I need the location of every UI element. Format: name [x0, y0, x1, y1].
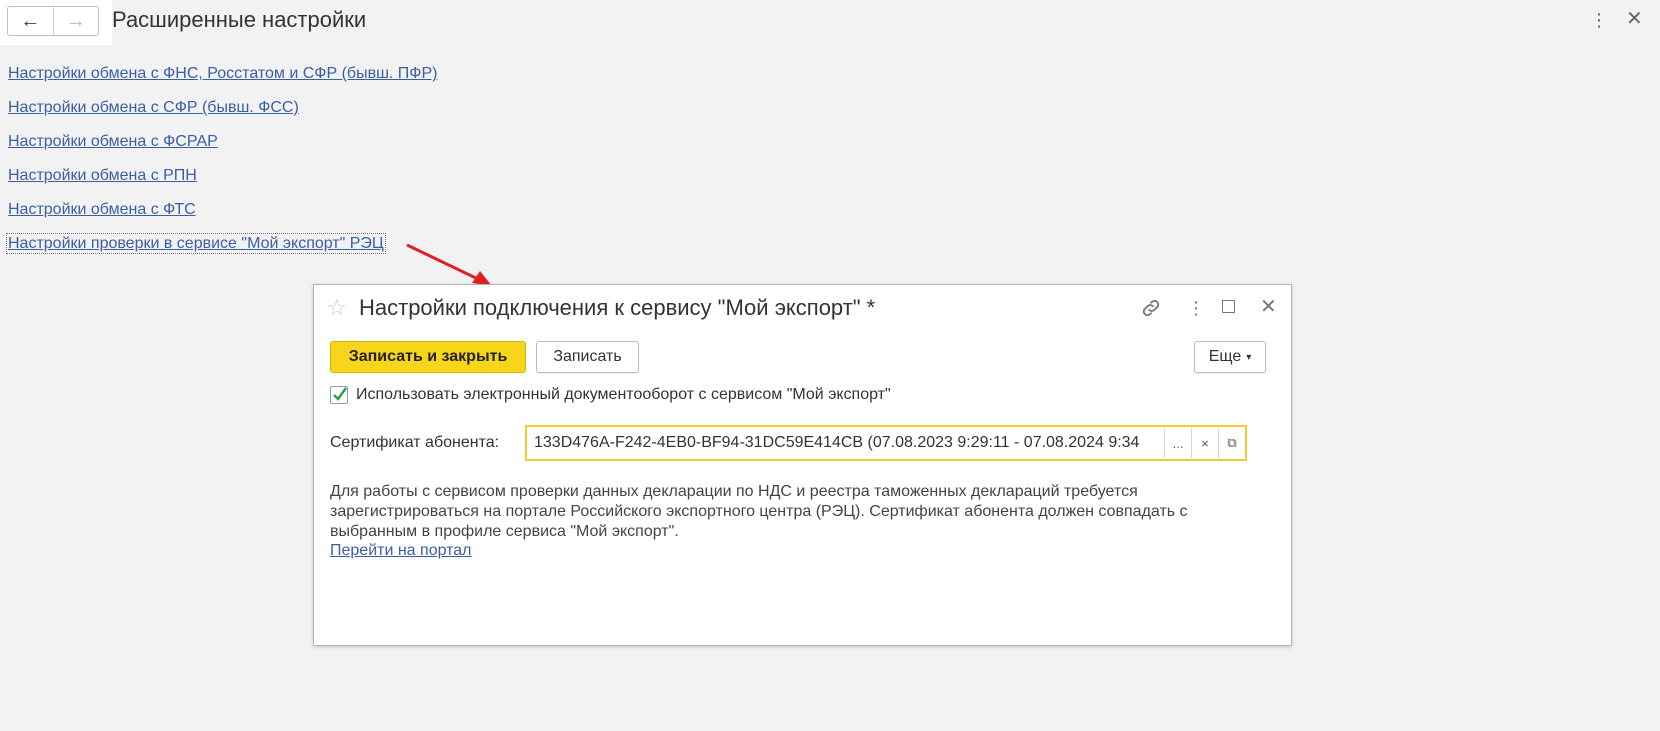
portal-link[interactable]: Перейти на портал [330, 542, 472, 560]
save-button[interactable]: Записать [536, 341, 639, 373]
forward-button[interactable]: → [54, 7, 99, 35]
checkmark-icon [333, 387, 347, 401]
more-vertical-icon[interactable]: ⋮ [1187, 299, 1205, 317]
info-text: Для работы с сервисом проверки данных де… [330, 483, 1188, 540]
use-edo-label: Использовать электронный документооборот… [356, 386, 891, 403]
link-my-export-check[interactable]: Настройки проверки в сервисе "Мой экспор… [6, 233, 437, 268]
nav-area: ← → [0, 0, 112, 45]
link-fsrar-exchange[interactable]: Настройки обмена с ФСРАР [8, 132, 437, 166]
link-rpn-exchange[interactable]: Настройки обмена с РПН [8, 166, 437, 200]
my-export-settings-dialog: ☆ Настройки подключения к сервису "Мой э… [313, 284, 1292, 646]
link-icon[interactable] [1140, 297, 1162, 319]
close-icon[interactable]: ✕ [1626, 9, 1643, 29]
link-fns-exchange[interactable]: Настройки обмена с ФНС, Росстатом и СФР … [8, 64, 437, 98]
settings-links: Настройки обмена с ФНС, Росстатом и СФР … [6, 64, 437, 268]
save-and-close-button[interactable]: Записать и закрыть [330, 341, 526, 373]
close-icon[interactable]: ✕ [1260, 297, 1277, 317]
use-edo-checkbox[interactable] [330, 386, 348, 404]
cert-field[interactable]: 133D476A-F242-4EB0-BF94-31DC59E414CB (07… [525, 425, 1247, 461]
cert-label: Сертификат абонента: [330, 434, 500, 451]
arrow-right-icon: → [65, 10, 86, 32]
chevron-down-icon: ▾ [1246, 351, 1252, 363]
more-actions-label: Еще [1208, 348, 1242, 365]
cert-value[interactable]: 133D476A-F242-4EB0-BF94-31DC59E414CB (07… [527, 434, 1164, 452]
use-edo-row: Использовать электронный документооборот… [330, 386, 891, 404]
select-icon[interactable]: ... [1164, 428, 1191, 458]
page: ← → Расширенные настройки ⋮ ✕ Настройки … [0, 0, 1660, 731]
clear-icon[interactable]: × [1191, 428, 1218, 458]
nav-buttons: ← → [7, 6, 99, 36]
link-fts-exchange[interactable]: Настройки обмена с ФТС [8, 200, 437, 234]
annotation-arrow-icon [406, 243, 492, 286]
maximize-icon[interactable] [1222, 300, 1235, 313]
more-actions-button[interactable]: Еще ▾ [1194, 341, 1266, 373]
star-icon[interactable]: ☆ [327, 297, 347, 319]
open-icon[interactable]: ⧉ [1218, 428, 1245, 458]
more-vertical-icon[interactable]: ⋮ [1590, 11, 1608, 29]
dialog-title: Настройки подключения к сервису "Мой экс… [359, 295, 876, 320]
arrow-left-icon: ← [20, 10, 41, 32]
link-sfr-exchange[interactable]: Настройки обмена с СФР (бывш. ФСС) [8, 98, 437, 132]
back-button[interactable]: ← [8, 7, 54, 35]
page-title: Расширенные настройки [112, 7, 367, 32]
